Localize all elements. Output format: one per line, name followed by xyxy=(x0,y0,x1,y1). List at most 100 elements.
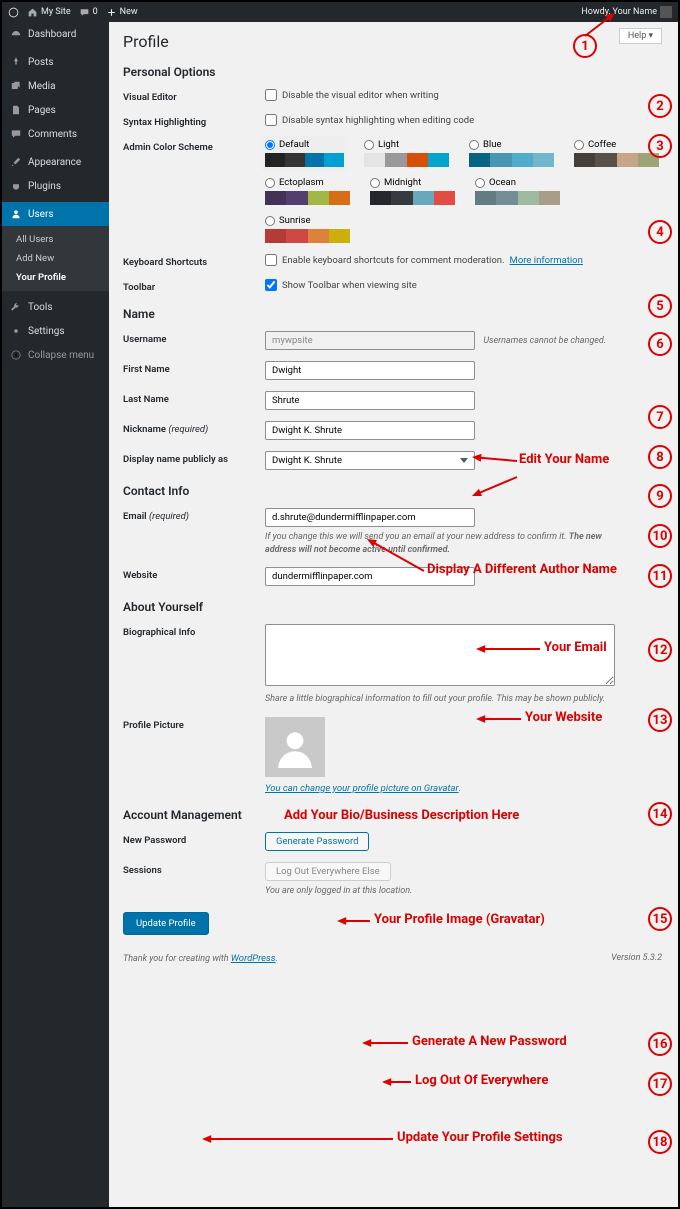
sidebar-item-pages[interactable]: Pages xyxy=(2,98,109,122)
color-scheme-ectoplasm[interactable]: Ectoplasm xyxy=(265,177,350,205)
label-toolbar: Toolbar xyxy=(123,279,265,293)
profile-picture xyxy=(265,717,325,777)
new-content[interactable]: New xyxy=(106,7,138,18)
radio-color-scheme[interactable] xyxy=(475,178,485,188)
site-name[interactable]: My Site xyxy=(27,7,71,18)
text-visual-editor: Disable the visual editor when writing xyxy=(282,90,439,101)
input-email[interactable] xyxy=(265,508,475,527)
color-scheme-ocean[interactable]: Ocean xyxy=(475,177,560,205)
sidebar-item-settings[interactable]: Settings xyxy=(2,319,109,343)
collapse-menu[interactable]: Collapse menu xyxy=(2,343,109,367)
color-scheme-default[interactable]: Default xyxy=(262,136,347,170)
label-email: Email (required) xyxy=(123,508,265,522)
annotation-text-logout: Log Out Of Everywhere xyxy=(415,1073,548,1088)
sidebar-item-tools[interactable]: Tools xyxy=(2,295,109,319)
media-icon xyxy=(10,80,22,92)
select-display-name[interactable]: Dwight K. Shrute xyxy=(265,451,475,470)
desc-email: If you change this we will send you an e… xyxy=(265,531,625,556)
annotation-text-display_name: Display A Different Author Name xyxy=(427,562,617,577)
checkbox-shortcuts[interactable] xyxy=(265,254,277,266)
avatar-icon xyxy=(274,726,316,768)
comments-count[interactable]: 0 xyxy=(79,7,98,18)
color-scheme-coffee[interactable]: Coffee xyxy=(574,139,659,167)
radio-color-scheme[interactable] xyxy=(265,216,275,226)
label-visual-editor: Visual Editor xyxy=(123,89,265,103)
link-shortcuts-info[interactable]: More information xyxy=(510,255,583,266)
admin-sidebar: Dashboard PostsMedia Pages Comments Appearan… xyxy=(2,22,109,1207)
sidebar-item-label: Plugins xyxy=(28,181,61,192)
checkbox-visual-editor[interactable] xyxy=(265,89,277,101)
annotation-marker-7: 7 xyxy=(648,405,672,429)
wrench-icon xyxy=(10,301,22,313)
link-wordpress[interactable]: WordPress xyxy=(231,953,276,964)
label-username: Username xyxy=(123,331,265,345)
sidebar-item-dashboard[interactable]: Dashboard xyxy=(2,22,109,46)
button-logout-everywhere[interactable]: Log Out Everywhere Else xyxy=(265,862,391,881)
sidebar-sub-your-profile[interactable]: Your Profile xyxy=(2,268,109,287)
desc-sessions: You are only logged in at this location. xyxy=(265,885,625,898)
button-generate-password[interactable]: Generate Password xyxy=(265,832,369,851)
sidebar-item-comments[interactable]: Comments xyxy=(2,122,109,146)
annotation-marker-9: 9 xyxy=(648,484,672,508)
annotation-marker-2: 2 xyxy=(648,94,672,118)
wp-logo[interactable] xyxy=(8,7,19,18)
input-last-name[interactable] xyxy=(265,391,475,410)
page-icon xyxy=(10,104,22,116)
radio-color-scheme[interactable] xyxy=(574,140,584,150)
plug-icon xyxy=(10,180,22,192)
checkbox-syntax[interactable] xyxy=(265,114,277,126)
admin-bar: My Site 0 New Howdy, Your Name xyxy=(2,2,678,22)
section-name: Name xyxy=(123,307,662,321)
comment-icon xyxy=(10,128,22,140)
color-scheme-blue[interactable]: Blue xyxy=(469,139,554,167)
color-scheme-midnight[interactable]: Midnight xyxy=(370,177,455,205)
howdy-account[interactable]: Howdy, Your Name xyxy=(581,6,672,18)
label-sessions: Sessions xyxy=(123,862,265,876)
pin-icon xyxy=(10,56,22,68)
link-gravatar[interactable]: You can change your profile picture on G… xyxy=(265,783,459,794)
radio-color-scheme[interactable] xyxy=(265,178,275,188)
section-contact: Contact Info xyxy=(123,484,662,498)
radio-color-scheme[interactable] xyxy=(364,140,374,150)
footer-thanks: Thank you for creating with WordPress. xyxy=(123,953,278,964)
annotation-marker-4: 4 xyxy=(648,220,672,244)
checkbox-toolbar[interactable] xyxy=(265,279,277,291)
color-scheme-label: Blue xyxy=(483,139,502,150)
sidebar-sub-all-users[interactable]: All Users xyxy=(2,230,109,249)
radio-color-scheme[interactable] xyxy=(469,140,479,150)
annotation-text-your_website: Your Website xyxy=(525,710,602,725)
avatar-icon xyxy=(660,6,672,18)
sidebar-item-appearance[interactable]: Appearance xyxy=(2,150,109,174)
label-website: Website xyxy=(123,567,265,581)
color-scheme-label: Default xyxy=(279,139,309,150)
annotation-marker-6: 6 xyxy=(648,332,672,356)
textarea-bio[interactable] xyxy=(265,624,615,686)
brush-icon xyxy=(10,156,22,168)
color-scheme-label: Ectoplasm xyxy=(279,177,324,188)
sidebar-item-media[interactable]: Media xyxy=(2,74,109,98)
radio-color-scheme[interactable] xyxy=(370,178,380,188)
sidebar-sub-add-new[interactable]: Add New xyxy=(2,249,109,268)
sidebar-item-posts[interactable]: Posts xyxy=(2,50,109,74)
input-nickname[interactable] xyxy=(265,421,475,440)
section-account: Account Management xyxy=(123,808,662,822)
button-update-profile[interactable]: Update Profile xyxy=(123,912,209,935)
input-first-name[interactable] xyxy=(265,361,475,380)
sidebar-item-plugins[interactable]: Plugins xyxy=(2,174,109,198)
sidebar-item-users[interactable]: Users xyxy=(2,202,109,226)
radio-color-scheme[interactable] xyxy=(265,140,275,150)
label-display-name: Display name publicly as xyxy=(123,451,265,465)
section-personal: Personal Options xyxy=(123,65,662,79)
annotation-marker-11: 11 xyxy=(648,564,672,588)
text-syntax: Disable syntax highlighting when editing… xyxy=(282,115,474,126)
sidebar-item-label: Tools xyxy=(28,302,52,313)
annotation-text-profile_img: Your Profile Image (Gravatar) xyxy=(374,912,545,927)
color-scheme-light[interactable]: Light xyxy=(364,139,449,167)
dashboard-icon xyxy=(10,28,22,40)
input-username xyxy=(265,331,475,350)
sidebar-item-label: Pages xyxy=(28,105,56,116)
annotation-marker-15: 15 xyxy=(648,907,672,931)
label-first-name: First Name xyxy=(123,361,265,375)
help-button[interactable]: Help ▾ xyxy=(619,28,662,44)
color-scheme-sunrise[interactable]: Sunrise xyxy=(265,215,350,243)
